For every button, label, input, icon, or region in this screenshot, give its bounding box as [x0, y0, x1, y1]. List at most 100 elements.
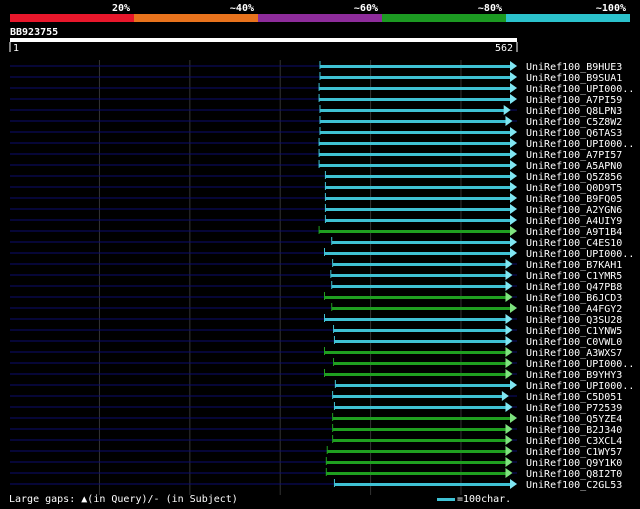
hit-alignment-bar[interactable]: [324, 318, 507, 321]
hit-label[interactable]: UniRef100_B6JCD3: [526, 293, 622, 304]
hit-row[interactable]: UniRef100_B7KAH1: [10, 259, 622, 271]
hit-alignment-bar[interactable]: [319, 164, 511, 167]
hit-alignment-bar[interactable]: [326, 461, 507, 464]
hit-row[interactable]: UniRef100_P72539: [10, 402, 622, 414]
hit-row[interactable]: UniRef100_C2GL53: [10, 479, 622, 491]
hit-label[interactable]: UniRef100_A5APN0: [526, 161, 622, 172]
hit-row[interactable]: UniRef100_A7PI57: [10, 149, 622, 161]
hit-label[interactable]: UniRef100_P72539: [526, 403, 622, 414]
hit-row[interactable]: UniRef100_C3XCL4: [10, 435, 622, 447]
hit-alignment-bar[interactable]: [319, 109, 505, 112]
hit-label[interactable]: UniRef100_A3WXS7: [526, 348, 622, 359]
hit-label[interactable]: UniRef100_B2J340: [526, 425, 622, 436]
hit-row[interactable]: UniRef100_Q9Y1K0: [10, 457, 622, 469]
hit-alignment-bar[interactable]: [330, 274, 507, 277]
hit-row[interactable]: UniRef100_B9SUA1: [10, 72, 622, 84]
hit-label[interactable]: UniRef100_UPI000..: [526, 249, 634, 260]
hit-label[interactable]: UniRef100_A7PI59: [526, 95, 622, 106]
hit-alignment-bar[interactable]: [325, 208, 511, 211]
hit-row[interactable]: UniRef100_C5Z8W2: [10, 116, 622, 128]
hit-row[interactable]: UniRef100_Q8LPN3: [10, 105, 622, 117]
hit-alignment-bar[interactable]: [332, 395, 503, 398]
hit-label[interactable]: UniRef100_B9SUA1: [526, 73, 622, 84]
hit-label[interactable]: UniRef100_A4FGY2: [526, 304, 622, 315]
hit-label[interactable]: UniRef100_Q9Y1K0: [526, 458, 622, 469]
hit-row[interactable]: UniRef100_A4FGY2: [10, 303, 622, 315]
hit-alignment-bar[interactable]: [332, 417, 511, 420]
hit-label[interactable]: UniRef100_C4ES10: [526, 238, 622, 249]
hit-label[interactable]: UniRef100_Q0D9T5: [526, 183, 622, 194]
hit-row[interactable]: UniRef100_C5D051: [10, 391, 622, 403]
hit-row[interactable]: UniRef100_Q8I2T0: [10, 468, 622, 480]
hit-row[interactable]: UniRef100_UPI000..: [10, 83, 634, 95]
hit-label[interactable]: UniRef100_C1WY57: [526, 447, 622, 458]
hit-label[interactable]: UniRef100_A2YGN6: [526, 205, 622, 216]
hit-row[interactable]: UniRef100_B9YHY3: [10, 369, 622, 381]
hit-label[interactable]: UniRef100_B9FQ05: [526, 194, 622, 205]
hit-row[interactable]: UniRef100_C4ES10: [10, 237, 622, 249]
hit-row[interactable]: UniRef100_Q0D9T5: [10, 182, 622, 194]
hit-alignment-bar[interactable]: [325, 175, 511, 178]
hit-label[interactable]: UniRef100_C3XCL4: [526, 436, 622, 447]
hit-row[interactable]: UniRef100_A7PI59: [10, 94, 622, 106]
hit-row[interactable]: UniRef100_UPI000..: [10, 358, 634, 370]
hit-alignment-bar[interactable]: [334, 483, 511, 486]
hit-alignment-bar[interactable]: [333, 329, 507, 332]
hit-row[interactable]: UniRef100_Q47PB8: [10, 281, 622, 293]
hit-label[interactable]: UniRef100_A9T1B4: [526, 227, 622, 238]
hit-alignment-bar[interactable]: [332, 263, 507, 266]
hit-alignment-bar[interactable]: [326, 472, 507, 475]
hit-alignment-bar[interactable]: [325, 219, 511, 222]
hit-alignment-bar[interactable]: [334, 406, 507, 409]
hit-label[interactable]: UniRef100_Q5YZE4: [526, 414, 622, 425]
hit-alignment-bar[interactable]: [319, 87, 511, 90]
hit-label[interactable]: UniRef100_C5Z8W2: [526, 117, 622, 128]
hit-row[interactable]: UniRef100_A4UIY9: [10, 215, 622, 227]
hit-row[interactable]: UniRef100_A2YGN6: [10, 204, 622, 216]
hit-row[interactable]: UniRef100_A3WXS7: [10, 347, 622, 359]
hit-row[interactable]: UniRef100_A9T1B4: [10, 226, 622, 238]
hit-alignment-bar[interactable]: [324, 373, 507, 376]
hit-alignment-bar[interactable]: [332, 428, 507, 431]
hit-label[interactable]: UniRef100_C0VWL0: [526, 337, 622, 348]
hit-label[interactable]: UniRef100_A4UIY9: [526, 216, 622, 227]
hit-alignment-bar[interactable]: [325, 186, 511, 189]
hit-alignment-bar[interactable]: [319, 142, 511, 145]
hit-alignment-bar[interactable]: [319, 153, 511, 156]
hit-row[interactable]: UniRef100_B9HUE3: [10, 61, 622, 73]
hit-label[interactable]: UniRef100_A7PI57: [526, 150, 622, 161]
hit-label[interactable]: UniRef100_B9YHY3: [526, 370, 622, 381]
hit-row[interactable]: UniRef100_Q5Z856: [10, 171, 622, 183]
hit-label[interactable]: UniRef100_UPI000..: [526, 139, 634, 150]
hit-alignment-bar[interactable]: [327, 450, 507, 453]
hit-alignment-bar[interactable]: [324, 351, 507, 354]
hit-row[interactable]: UniRef100_UPI000..: [10, 380, 634, 392]
hit-row[interactable]: UniRef100_B2J340: [10, 424, 622, 436]
hit-row[interactable]: UniRef100_Q6TAS3: [10, 127, 622, 139]
hit-row[interactable]: UniRef100_C1YNW5: [10, 325, 622, 337]
hit-row[interactable]: UniRef100_C1WY57: [10, 446, 622, 458]
hit-label[interactable]: UniRef100_B7KAH1: [526, 260, 622, 271]
hit-alignment-bar[interactable]: [319, 98, 511, 101]
hit-row[interactable]: UniRef100_UPI000..: [10, 248, 634, 260]
hit-alignment-bar[interactable]: [331, 285, 507, 288]
hit-alignment-bar[interactable]: [331, 307, 511, 310]
hit-label[interactable]: UniRef100_C2GL53: [526, 480, 622, 491]
hit-label[interactable]: UniRef100_Q8LPN3: [526, 106, 622, 117]
hit-row[interactable]: UniRef100_B6JCD3: [10, 292, 622, 304]
hit-row[interactable]: UniRef100_UPI000..: [10, 138, 634, 150]
hit-alignment-bar[interactable]: [334, 340, 507, 343]
hit-label[interactable]: UniRef100_B9HUE3: [526, 62, 622, 73]
hit-alignment-bar[interactable]: [319, 230, 511, 233]
hit-alignment-bar[interactable]: [335, 384, 511, 387]
hit-alignment-bar[interactable]: [319, 76, 511, 79]
hit-alignment-bar[interactable]: [319, 65, 511, 68]
hit-row[interactable]: UniRef100_A5APN0: [10, 160, 622, 172]
hit-label[interactable]: UniRef100_C1YMR5: [526, 271, 622, 282]
hit-alignment-bar[interactable]: [325, 197, 511, 200]
hit-row[interactable]: UniRef100_Q3SU28: [10, 314, 622, 326]
hit-row[interactable]: UniRef100_Q5YZE4: [10, 413, 622, 425]
hit-alignment-bar[interactable]: [324, 252, 511, 255]
hit-alignment-bar[interactable]: [319, 131, 511, 134]
hit-label[interactable]: UniRef100_Q8I2T0: [526, 469, 622, 480]
